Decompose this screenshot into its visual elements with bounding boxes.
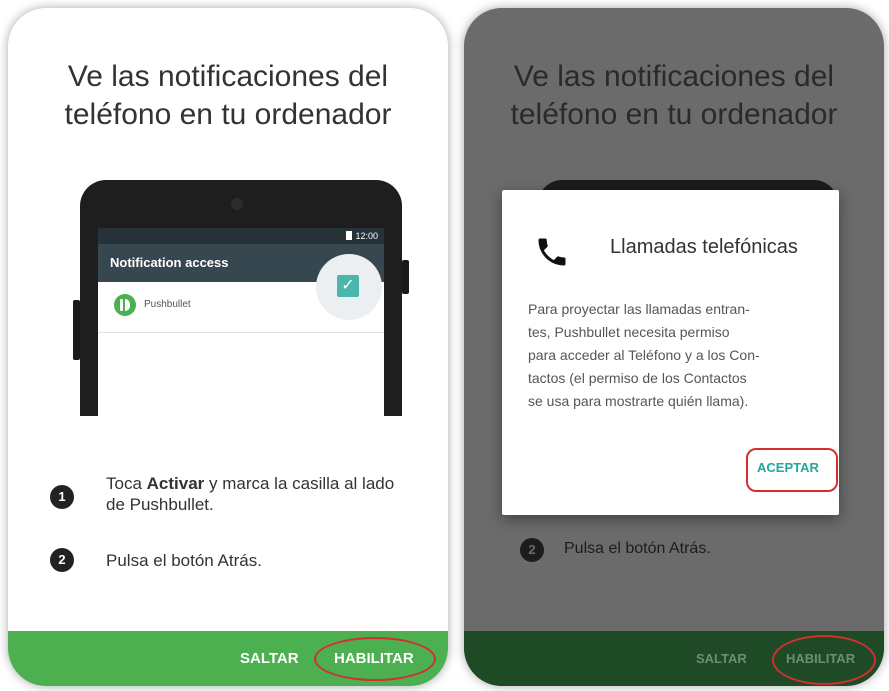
dialog-body: Para proyectar las llamadas entran- tes,… [528,298,820,413]
highlight-oval [314,637,436,681]
phone-side-button-left [73,300,80,360]
dialog-body-line: para acceder al Teléfono y a los Con- [528,347,760,363]
title-line-1: Ve las notificaciones del [67,60,389,93]
highlight-box [746,448,838,492]
onboarding-screen-left: Ve las notificaciones del teléfono en tu… [8,8,448,686]
permission-checkbox: ✓ [337,275,359,297]
dialog-body-line: se usa para mostrarte quién llama). [528,393,749,409]
title-line-1: Ve las notificaciones del [513,60,835,93]
battery-icon [346,231,353,240]
step-text: Toca Activar y marca la casilla al lado … [106,473,406,515]
status-time: 12:00 [355,231,378,241]
app-name: Pushbullet [144,299,191,310]
phone-camera [231,198,243,210]
page-title: Ve las notificaciones del teléfono en tu… [464,58,884,134]
bottom-action-bar: SALTAR HABILITAR [464,631,884,686]
step-number-badge: 1 [50,485,74,509]
step-number-badge: 2 [520,538,544,562]
title-line-2: teléfono en tu ordenador [64,98,392,131]
phone-side-button-right [402,260,409,294]
dialog-body-line: Para proyectar las llamadas entran- [528,301,750,317]
highlight-oval [772,635,876,685]
phone-illustration: 12:00 Notification access Pushbullet ✓ [73,180,409,416]
dialog-body-line: tactos (el permiso de los Contactos [528,370,747,386]
phone-screen: 12:00 Notification access Pushbullet ✓ [98,228,384,416]
step-text-bold: Activar [146,474,205,493]
phone-icon [538,238,566,266]
page-title: Ve las notificaciones del teléfono en tu… [8,58,448,134]
title-line-2: teléfono en tu ordenador [510,98,838,131]
skip-button[interactable]: SALTAR [240,631,299,686]
skip-button[interactable]: SALTAR [696,631,747,686]
dialog-body-line: tes, Pushbullet necesita permiso [528,324,730,340]
onboarding-screen-right: Ve las notificaciones del teléfono en tu… [464,8,884,686]
step-number-badge: 2 [50,548,74,572]
step-text: Pulsa el botón Atrás. [564,540,711,557]
step-text: Pulsa el botón Atrás. [106,551,262,570]
dialog-title: Llamadas telefónicas [610,236,798,258]
pushbullet-logo-icon [114,294,136,316]
step-text-part: Toca [106,474,147,493]
bottom-action-bar: SALTAR HABILITAR [8,631,448,686]
status-bar: 12:00 [98,228,384,244]
permission-dialog: Llamadas telefónicas Para proyectar las … [502,190,839,515]
